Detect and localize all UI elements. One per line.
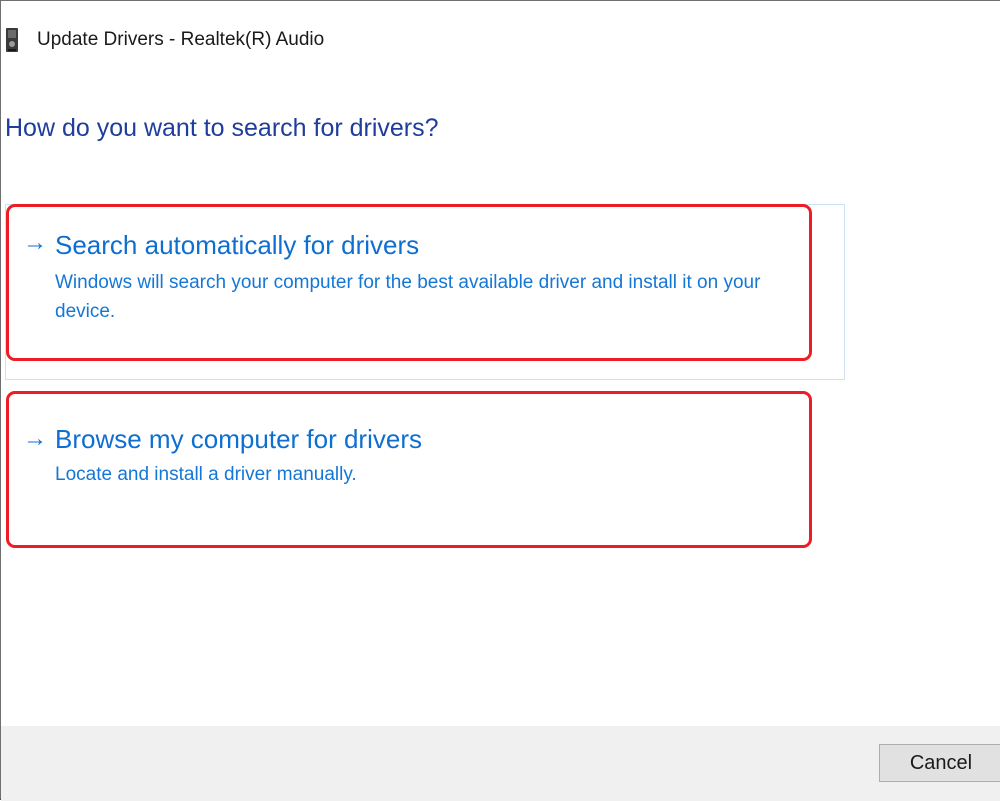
page-heading: How do you want to search for drivers? [5, 114, 439, 142]
option-description: Locate and install a driver manually. [55, 464, 357, 485]
arrow-right-icon: → [23, 229, 47, 256]
dialog-window: Update Drivers - Realtek(R) Audio How do… [0, 0, 1000, 801]
option-title: Search automatically for drivers [55, 230, 420, 260]
title-bar: Update Drivers - Realtek(R) Audio [1, 19, 601, 63]
dialog-footer: Cancel [1, 726, 1000, 801]
option-description: Windows will search your computer for th… [55, 272, 761, 322]
cancel-button[interactable]: Cancel [879, 744, 1000, 782]
browse-computer-option[interactable]: → Browse my computer for drivers Locate … [6, 391, 812, 548]
audio-device-icon [5, 27, 19, 53]
window-title: Update Drivers - Realtek(R) Audio [37, 29, 325, 50]
option-title: Browse my computer for drivers [55, 424, 422, 454]
search-automatically-option[interactable]: → Search automatically for drivers Windo… [6, 204, 812, 361]
arrow-right-icon: → [23, 425, 47, 452]
